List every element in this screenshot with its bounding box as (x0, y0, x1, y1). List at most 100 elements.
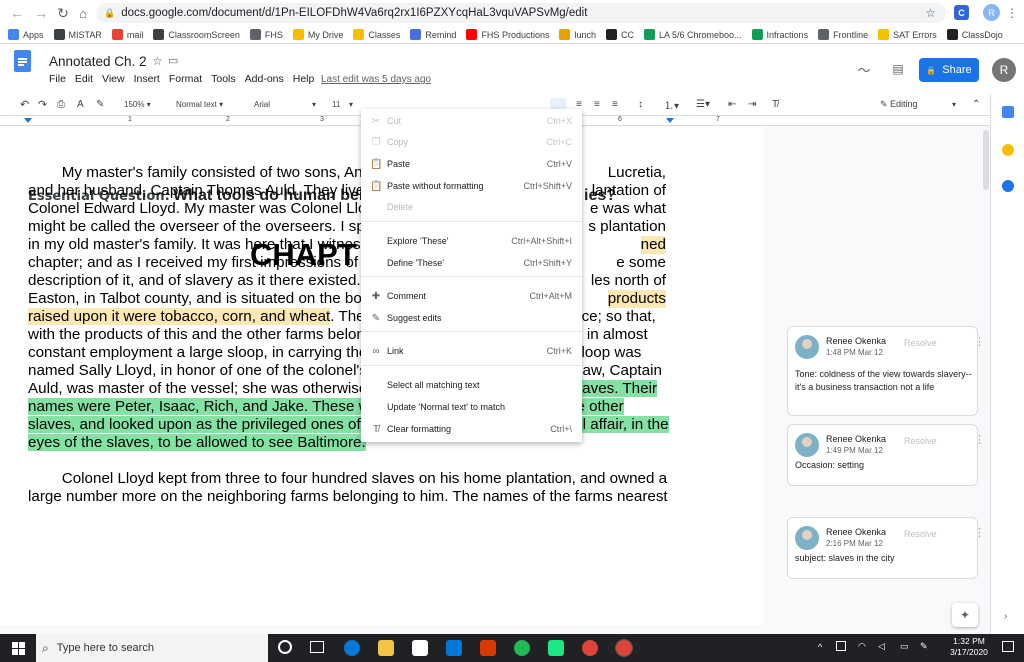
pen-icon[interactable]: ✎ (920, 641, 928, 652)
comments-icon[interactable]: ▤ (889, 60, 907, 78)
justify-icon[interactable]: ≡ (612, 99, 618, 110)
comment-more-icon[interactable]: ⋮ (974, 433, 985, 446)
comment-card[interactable]: Renee Okenka 2:16 PM Mar 12 Resolve ⋮ subjec… (787, 517, 985, 579)
mail-icon[interactable] (446, 640, 462, 656)
resolve-button[interactable]: Resolve (904, 338, 937, 348)
menu-item-select-all-matching-text[interactable]: Select all matching text (361, 375, 582, 395)
file-explorer-icon[interactable] (378, 640, 394, 656)
expand-panel-icon[interactable]: › (1004, 611, 1007, 622)
menu-insert[interactable]: Insert (134, 73, 160, 85)
align-right-icon[interactable]: ≡ (594, 99, 600, 110)
account-avatar[interactable]: R (992, 58, 1016, 82)
browser-menu-icon[interactable]: ⋮ (1006, 4, 1018, 22)
calendar-icon[interactable] (1002, 106, 1014, 118)
extension-icon[interactable]: C (954, 5, 969, 20)
numbered-list-icon[interactable]: ⒈▾ (664, 97, 679, 112)
keyboard-icon[interactable]: ▭ (900, 641, 909, 652)
increase-indent-icon[interactable]: ⇥ (748, 99, 756, 110)
menu-item-clear-formatting[interactable]: T̸ Clear formatting Ctrl+\ (361, 419, 582, 439)
bookmark-star-icon[interactable]: ☆ (925, 6, 936, 20)
forward-icon[interactable]: → (32, 3, 50, 23)
star-icon[interactable]: ☆ (152, 54, 163, 68)
font-dropdown-icon[interactable]: ▾ (312, 100, 316, 109)
bookmark-item[interactable]: Infractions (751, 29, 808, 40)
paint-format-icon[interactable]: ✎ (96, 99, 104, 110)
docs-logo-icon[interactable] (14, 50, 31, 72)
volume-icon[interactable]: ◁ (878, 641, 885, 652)
cortana-icon[interactable] (278, 640, 292, 654)
bookmark-item[interactable]: My Drive (292, 29, 343, 40)
font-select[interactable]: Arial (254, 100, 270, 109)
menu-addons[interactable]: Add-ons (245, 73, 284, 85)
network-icon[interactable]: ◠ (858, 641, 866, 652)
activity-trend-icon[interactable]: 〜 (855, 60, 873, 78)
doc-title[interactable]: Annotated Ch. 2 (49, 54, 147, 69)
bookmark-item[interactable]: lunch (559, 29, 596, 40)
menu-tools[interactable]: Tools (211, 73, 236, 85)
notifications-icon[interactable] (1002, 641, 1014, 652)
print-icon[interactable]: ⎙ (57, 99, 65, 110)
hulu-icon[interactable] (548, 640, 564, 656)
bookmark-item[interactable]: Classes (353, 29, 400, 40)
bookmark-item[interactable]: CC (605, 29, 634, 40)
font-size-select[interactable]: 11 (332, 100, 340, 109)
comment-more-icon[interactable]: ⋮ (974, 335, 985, 348)
edge-icon[interactable] (344, 640, 360, 656)
menu-item-comment[interactable]: ✚ Comment Ctrl+Alt+M (361, 286, 582, 306)
resolve-button[interactable]: Resolve (904, 529, 937, 539)
menu-item-define-these[interactable]: Define 'These' Ctrl+Shift+Y (361, 253, 582, 273)
bookmark-item[interactable]: MISTAR (53, 29, 102, 40)
comment-card[interactable]: Renee Okenka 1:49 PM Mar 12 Resolve ⋮ Occasi… (787, 424, 985, 486)
right-indent-marker[interactable] (666, 118, 674, 123)
bookmark-item[interactable]: ClassroomScreen (153, 29, 240, 40)
menu-item-suggest-edits[interactable]: ✎ Suggest edits (361, 308, 582, 328)
menu-item-explore-these[interactable]: Explore 'These' Ctrl+Alt+Shift+I (361, 231, 582, 251)
menu-item-update-normal-text-to-match[interactable]: Update 'Normal text' to match (361, 397, 582, 417)
menu-item-link[interactable]: ∞ Link Ctrl+K (361, 341, 582, 361)
left-indent-marker[interactable] (24, 118, 32, 123)
windows-start-icon[interactable] (12, 642, 25, 655)
font-size-dropdown-icon[interactable]: ▾ (349, 100, 353, 109)
decrease-indent-icon[interactable]: ⇤ (728, 99, 736, 110)
menu-item-paste-without-formatting[interactable]: 📋 Paste without formatting Ctrl+Shift+V (361, 176, 582, 196)
comment-more-icon[interactable]: ⋮ (974, 526, 985, 539)
bookmark-item[interactable]: SAT Errors (878, 29, 937, 40)
redo-icon[interactable]: ↷ (38, 98, 47, 111)
spellcheck-icon[interactable]: A (77, 99, 84, 110)
style-select[interactable]: Normal text ▾ (176, 100, 223, 109)
bookmark-item[interactable]: FHS (249, 29, 283, 40)
back-icon[interactable]: ← (8, 3, 26, 23)
menu-help[interactable]: Help (293, 73, 315, 85)
menu-file[interactable]: File (49, 73, 66, 85)
chrome-icon[interactable] (582, 640, 598, 656)
comment-card[interactable]: Renee Okenka 1:48 PM Mar 12 Resolve ⋮ Tone: … (787, 326, 985, 416)
bookmark-item[interactable]: ClassDojo (946, 29, 1003, 40)
chrome-active-icon[interactable] (615, 639, 633, 657)
bookmark-item[interactable]: LA 5/6 Chromeboo... (643, 29, 742, 40)
menu-format[interactable]: Format (169, 73, 202, 85)
resolve-button[interactable]: Resolve (904, 436, 937, 446)
bulleted-list-icon[interactable]: ☰▾ (696, 99, 710, 110)
editing-mode-select[interactable]: ✎ Editing (880, 99, 918, 110)
battery-icon[interactable] (836, 641, 846, 651)
menu-item-paste[interactable]: 📋 Paste Ctrl+V (361, 154, 582, 174)
reload-icon[interactable]: ↻ (54, 3, 72, 23)
clear-formatting-toolbar-icon[interactable]: T̸ (772, 99, 778, 110)
spotify-icon[interactable] (514, 640, 530, 656)
move-folder-icon[interactable]: ▭ (168, 54, 178, 67)
last-edit-link[interactable]: Last edit was 5 days ago (321, 74, 431, 85)
line-spacing-icon[interactable]: ↕ (638, 99, 643, 110)
bookmark-item[interactable]: Frontline (818, 29, 868, 40)
task-view-icon[interactable] (310, 641, 324, 653)
profile-avatar[interactable]: R (983, 4, 1000, 21)
undo-icon[interactable]: ↶ (20, 98, 29, 111)
home-icon[interactable]: ⌂ (74, 3, 92, 23)
collapse-toolbar-icon[interactable]: ⌃ (972, 99, 980, 110)
keep-icon[interactable] (1002, 144, 1014, 156)
show-hidden-icons[interactable]: ^ (818, 642, 822, 652)
scrollbar-thumb[interactable] (983, 130, 989, 190)
bookmark-item[interactable]: FHS Productions (466, 29, 549, 40)
office-icon[interactable] (480, 640, 496, 656)
taskbar-search[interactable]: ⌕ Type here to search (36, 634, 268, 662)
mode-dropdown-icon[interactable]: ▾ (952, 100, 956, 109)
